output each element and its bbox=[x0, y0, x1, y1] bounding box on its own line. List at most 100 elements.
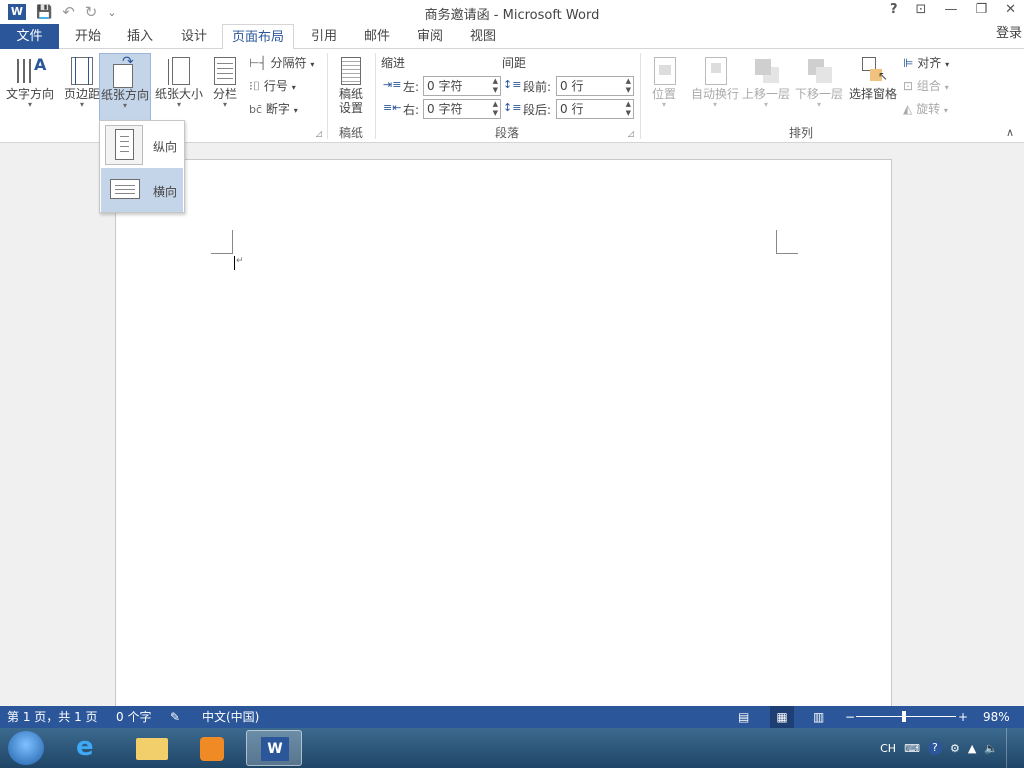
position-button[interactable]: 位置 ▾ bbox=[641, 53, 687, 115]
page-count[interactable]: 第 1 页，共 1 页 bbox=[7, 706, 98, 728]
taskbar-word[interactable]: W bbox=[246, 730, 302, 766]
zoom-out-button[interactable]: − bbox=[845, 706, 855, 728]
arrange-group: 位置 ▾ 自动换行 ▾ 上移一层 ▾ 下移一层 ▾ ↖ 选择窗格 ⊫ 对齐 ▾ … bbox=[641, 49, 961, 143]
taskbar-media-player[interactable] bbox=[184, 730, 240, 766]
indent-left-icon: ⇥≡ bbox=[383, 78, 402, 91]
group-objects-label: 组合 bbox=[916, 79, 941, 93]
volume-icon[interactable]: 🔈 bbox=[984, 742, 998, 755]
internet-explorer-icon: e bbox=[76, 732, 94, 762]
selection-pane-button[interactable]: ↖ 选择窗格 bbox=[845, 53, 901, 115]
indent-left-input[interactable]: 0 字符 ▲ ▼ bbox=[423, 76, 501, 96]
text-direction-label: 文字方向 bbox=[5, 87, 54, 101]
spin-arrows-icon[interactable]: ▲ ▼ bbox=[626, 77, 631, 95]
proofing-icon[interactable]: ✎ bbox=[170, 706, 180, 728]
align-button[interactable]: ⊫ 对齐 ▾ bbox=[903, 53, 949, 73]
tab-review[interactable]: 审阅 bbox=[408, 24, 452, 49]
ribbon-display-options-button[interactable]: ⊡ bbox=[916, 2, 927, 17]
columns-button[interactable]: 分栏 ▾ bbox=[202, 53, 248, 115]
spacing-before-input[interactable]: 0 行 ▲ ▼ bbox=[556, 76, 634, 96]
indent-left-value: 0 字符 bbox=[427, 79, 463, 93]
hyphenation-button[interactable]: bc̄ 断字 ▾ bbox=[249, 99, 298, 119]
restore-button[interactable]: ❐ bbox=[975, 2, 987, 17]
tab-file[interactable]: 文件 bbox=[0, 24, 59, 49]
spin-arrows-icon[interactable]: ▲ ▼ bbox=[493, 77, 498, 95]
show-hidden-icons-icon[interactable]: ▲ bbox=[968, 742, 976, 755]
window-controls: ? ⊡ — ❐ ✕ bbox=[890, 2, 1016, 17]
orientation-landscape-item[interactable]: 横向 bbox=[101, 168, 183, 212]
columns-icon bbox=[210, 55, 240, 87]
rotate-label: 旋转 bbox=[916, 102, 941, 116]
tab-page-layout[interactable]: 页面布局 bbox=[222, 24, 294, 50]
zoom-slider[interactable] bbox=[856, 711, 956, 722]
help-button[interactable]: ? bbox=[890, 2, 898, 17]
print-layout-icon[interactable]: ▦ bbox=[770, 706, 794, 728]
chevron-down-icon: ▾ bbox=[943, 106, 948, 115]
language-indicator[interactable]: 中文(中国) bbox=[202, 706, 259, 728]
spacing-before-value: 0 行 bbox=[560, 79, 584, 93]
indent-right-label: 右: bbox=[403, 103, 420, 117]
ime-settings-icon[interactable]: ⚙ bbox=[950, 742, 960, 755]
indent-right-input[interactable]: 0 字符 ▲ ▼ bbox=[423, 99, 501, 119]
ribbon-tabs: 文件 开始 插入 设计 页面布局 引用 邮件 审阅 视图 登录 bbox=[0, 24, 1024, 50]
crop-mark bbox=[232, 230, 233, 254]
chevron-down-icon: ▾ bbox=[661, 100, 666, 109]
sign-in-link[interactable]: 登录 bbox=[996, 24, 1022, 44]
ime-indicator[interactable]: CH bbox=[880, 742, 896, 755]
chevron-down-icon: ▾ bbox=[763, 100, 768, 109]
group-objects-button[interactable]: ⊡ 组合 ▾ bbox=[903, 76, 949, 96]
collapse-ribbon-icon[interactable]: ∧ bbox=[1006, 126, 1014, 139]
keyboard-icon[interactable]: ⌨ bbox=[904, 742, 920, 755]
taskbar-internet-explorer[interactable]: e bbox=[62, 730, 118, 766]
spacing-after-value: 0 行 bbox=[560, 102, 584, 116]
orientation-button[interactable]: ↷ 纸张方向 ▾ bbox=[99, 53, 151, 121]
rotate-icon: ◭ bbox=[903, 102, 913, 116]
selection-pane-label: 选择窗格 bbox=[848, 87, 897, 101]
tab-references[interactable]: 引用 bbox=[302, 24, 346, 49]
bring-forward-icon bbox=[751, 55, 781, 87]
close-button[interactable]: ✕ bbox=[1005, 2, 1016, 17]
spacing-header: 间距 bbox=[502, 56, 527, 70]
spin-arrows-icon[interactable]: ▲ ▼ bbox=[493, 100, 498, 118]
tab-view[interactable]: 视图 bbox=[461, 24, 505, 49]
minimize-button[interactable]: — bbox=[944, 2, 957, 17]
size-button[interactable]: 纸张大小 ▾ bbox=[153, 53, 205, 115]
word-count[interactable]: 0 个字 bbox=[116, 706, 151, 728]
chevron-down-icon: ▾ bbox=[122, 101, 127, 110]
zoom-in-button[interactable]: + bbox=[958, 706, 968, 728]
tab-insert[interactable]: 插入 bbox=[118, 24, 162, 49]
text-direction-button[interactable]: A 文字方向 ▾ bbox=[4, 53, 56, 115]
show-desktop-button[interactable] bbox=[1006, 728, 1016, 768]
folder-icon bbox=[136, 738, 168, 760]
tab-design[interactable]: 设计 bbox=[172, 24, 216, 49]
line-numbers-button[interactable]: ⁝⌷ 行号 ▾ bbox=[249, 76, 296, 96]
manuscript-settings-button[interactable]: 稿纸 设置 bbox=[328, 53, 374, 119]
spacing-after-input[interactable]: 0 行 ▲ ▼ bbox=[556, 99, 634, 119]
rotate-button[interactable]: ◭ 旋转 ▾ bbox=[903, 99, 948, 119]
page-setup-dialog-launcher-icon[interactable]: ◿ bbox=[316, 129, 322, 138]
orientation-icon: ↷ bbox=[110, 54, 140, 88]
bring-forward-button[interactable]: 上移一层 ▾ bbox=[740, 53, 792, 115]
taskbar-file-explorer[interactable] bbox=[124, 730, 180, 766]
zoom-slider-thumb[interactable] bbox=[902, 711, 906, 722]
size-icon bbox=[164, 55, 194, 87]
columns-label: 分栏 bbox=[212, 87, 237, 101]
breaks-button[interactable]: ⊢┤ 分隔符 ▾ bbox=[249, 53, 314, 73]
read-mode-icon[interactable]: ▤ bbox=[738, 706, 749, 728]
orientation-portrait-item[interactable]: 纵向 bbox=[101, 123, 183, 167]
tab-home[interactable]: 开始 bbox=[66, 24, 110, 49]
tab-mailings[interactable]: 邮件 bbox=[355, 24, 399, 49]
word-taskbar-icon: W bbox=[261, 737, 289, 761]
document-area[interactable]: ↵ bbox=[0, 143, 1024, 719]
start-button[interactable] bbox=[8, 731, 44, 765]
paragraph-dialog-launcher-icon[interactable]: ◿ bbox=[628, 129, 634, 138]
indent-right-icon: ≡⇤ bbox=[383, 101, 402, 114]
web-layout-icon[interactable]: ▥ bbox=[813, 706, 824, 728]
send-backward-button[interactable]: 下移一层 ▾ bbox=[793, 53, 845, 115]
position-icon bbox=[649, 55, 679, 87]
help-tray-icon[interactable]: ? bbox=[927, 741, 942, 755]
spin-arrows-icon[interactable]: ▲ ▼ bbox=[626, 100, 631, 118]
chevron-down-icon: ▾ bbox=[310, 60, 315, 69]
zoom-level[interactable]: 98% bbox=[983, 706, 1010, 728]
document-page[interactable]: ↵ bbox=[115, 159, 892, 719]
wrap-text-button[interactable]: 自动换行 ▾ bbox=[687, 53, 743, 115]
